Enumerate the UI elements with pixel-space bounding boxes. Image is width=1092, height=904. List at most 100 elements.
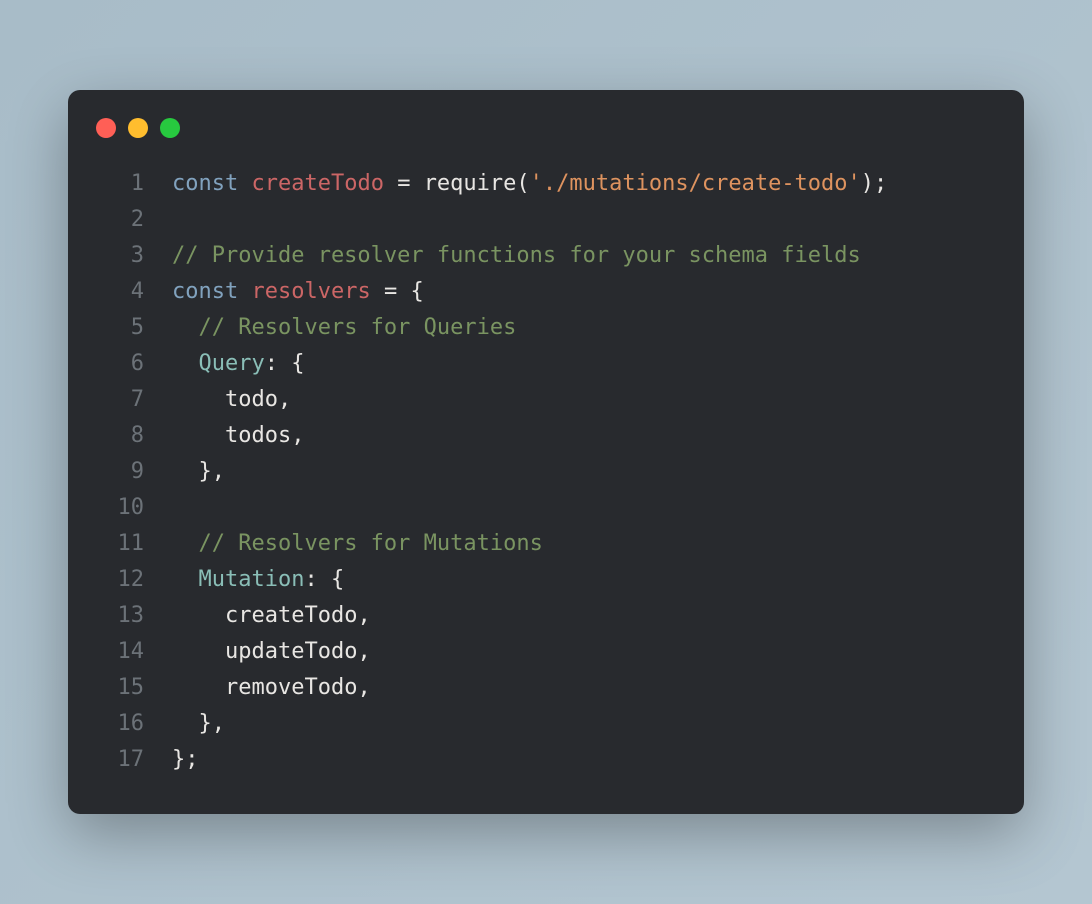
token-punct: ,	[357, 639, 370, 664]
line-content: updateTodo,	[172, 634, 371, 670]
token-punct	[172, 675, 225, 700]
token-punct	[410, 171, 423, 196]
token-punct: : {	[304, 567, 344, 592]
window-titlebar	[68, 114, 1024, 166]
token-punct: },	[172, 459, 225, 484]
line-number: 8	[96, 418, 144, 454]
token-punct: ,	[357, 675, 370, 700]
token-punct: ,	[357, 603, 370, 628]
token-punct: ,	[278, 387, 291, 412]
token-punct	[172, 639, 225, 664]
code-line: 5 // Resolvers for Queries	[96, 310, 996, 346]
line-content: // Resolvers for Queries	[172, 310, 516, 346]
token-punct	[172, 531, 199, 556]
token-punct: );	[861, 171, 888, 196]
code-line: 16 },	[96, 706, 996, 742]
line-content: const resolvers = {	[172, 274, 424, 310]
line-content: const createTodo = require('./mutations/…	[172, 166, 887, 202]
token-comment: // Resolvers for Queries	[199, 315, 517, 340]
line-number: 12	[96, 562, 144, 598]
line-number: 6	[96, 346, 144, 382]
line-number: 3	[96, 238, 144, 274]
code-line: 17};	[96, 742, 996, 778]
token-punct: (	[516, 171, 529, 196]
token-keyword: const	[172, 279, 238, 304]
token-identifier: todo	[225, 387, 278, 412]
token-identifier: createTodo	[225, 603, 357, 628]
line-number: 4	[96, 274, 144, 310]
code-line: 6 Query: {	[96, 346, 996, 382]
code-line: 14 updateTodo,	[96, 634, 996, 670]
code-line: 9 },	[96, 454, 996, 490]
token-punct	[172, 603, 225, 628]
token-punct	[238, 171, 251, 196]
code-line: 1 const createTodo = require('./mutations…	[96, 166, 996, 202]
token-punct	[371, 279, 384, 304]
line-content: };	[172, 742, 199, 778]
line-content: // Resolvers for Mutations	[172, 526, 543, 562]
token-keyword: const	[172, 171, 238, 196]
code-line: 13 createTodo,	[96, 598, 996, 634]
token-variable: resolvers	[251, 279, 370, 304]
line-number: 17	[96, 742, 144, 778]
line-number: 7	[96, 382, 144, 418]
token-punct: };	[172, 747, 199, 772]
token-operator: =	[397, 171, 410, 196]
line-number: 5	[96, 310, 144, 346]
line-number: 2	[96, 202, 144, 238]
line-number: 10	[96, 490, 144, 526]
code-line: 10	[96, 490, 996, 526]
token-punct	[238, 279, 251, 304]
line-content: createTodo,	[172, 598, 371, 634]
code-window: 1 const createTodo = require('./mutations…	[68, 90, 1024, 814]
line-content: todos,	[172, 418, 304, 454]
token-property: Query	[199, 351, 265, 376]
code-line: 8 todos,	[96, 418, 996, 454]
token-punct	[172, 351, 199, 376]
code-line: 4 const resolvers = {	[96, 274, 996, 310]
token-comment: // Provide resolver functions for your s…	[172, 243, 861, 268]
token-punct	[172, 567, 199, 592]
token-punct	[384, 171, 397, 196]
token-operator: =	[384, 279, 397, 304]
code-line: 12 Mutation: {	[96, 562, 996, 598]
token-punct	[172, 387, 225, 412]
line-content: },	[172, 706, 225, 742]
token-identifier: updateTodo	[225, 639, 357, 664]
line-content: Mutation: {	[172, 562, 344, 598]
line-number: 1	[96, 166, 144, 202]
code-editor[interactable]: 1 const createTodo = require('./mutations…	[68, 166, 1024, 778]
token-punct	[172, 315, 199, 340]
maximize-button[interactable]	[160, 118, 180, 138]
token-function: require	[424, 171, 517, 196]
line-number: 14	[96, 634, 144, 670]
line-number: 16	[96, 706, 144, 742]
minimize-button[interactable]	[128, 118, 148, 138]
line-number: 9	[96, 454, 144, 490]
token-variable: createTodo	[251, 171, 383, 196]
code-line: 3 // Provide resolver functions for your …	[96, 238, 996, 274]
line-number: 13	[96, 598, 144, 634]
line-number: 15	[96, 670, 144, 706]
line-content: // Provide resolver functions for your s…	[172, 238, 861, 274]
line-content: removeTodo,	[172, 670, 371, 706]
code-line: 15 removeTodo,	[96, 670, 996, 706]
token-punct: {	[397, 279, 424, 304]
token-property: Mutation	[199, 567, 305, 592]
code-line: 2	[96, 202, 996, 238]
line-content: },	[172, 454, 225, 490]
token-comment: // Resolvers for Mutations	[199, 531, 543, 556]
token-punct: },	[172, 711, 225, 736]
line-number: 11	[96, 526, 144, 562]
token-punct	[172, 423, 225, 448]
line-content: Query: {	[172, 346, 304, 382]
token-identifier: todos	[225, 423, 291, 448]
token-string: './mutations/create-todo'	[530, 171, 861, 196]
token-identifier: removeTodo	[225, 675, 357, 700]
code-line: 7 todo,	[96, 382, 996, 418]
token-punct: : {	[265, 351, 305, 376]
line-content: todo,	[172, 382, 291, 418]
token-punct: ,	[291, 423, 304, 448]
close-button[interactable]	[96, 118, 116, 138]
code-line: 11 // Resolvers for Mutations	[96, 526, 996, 562]
